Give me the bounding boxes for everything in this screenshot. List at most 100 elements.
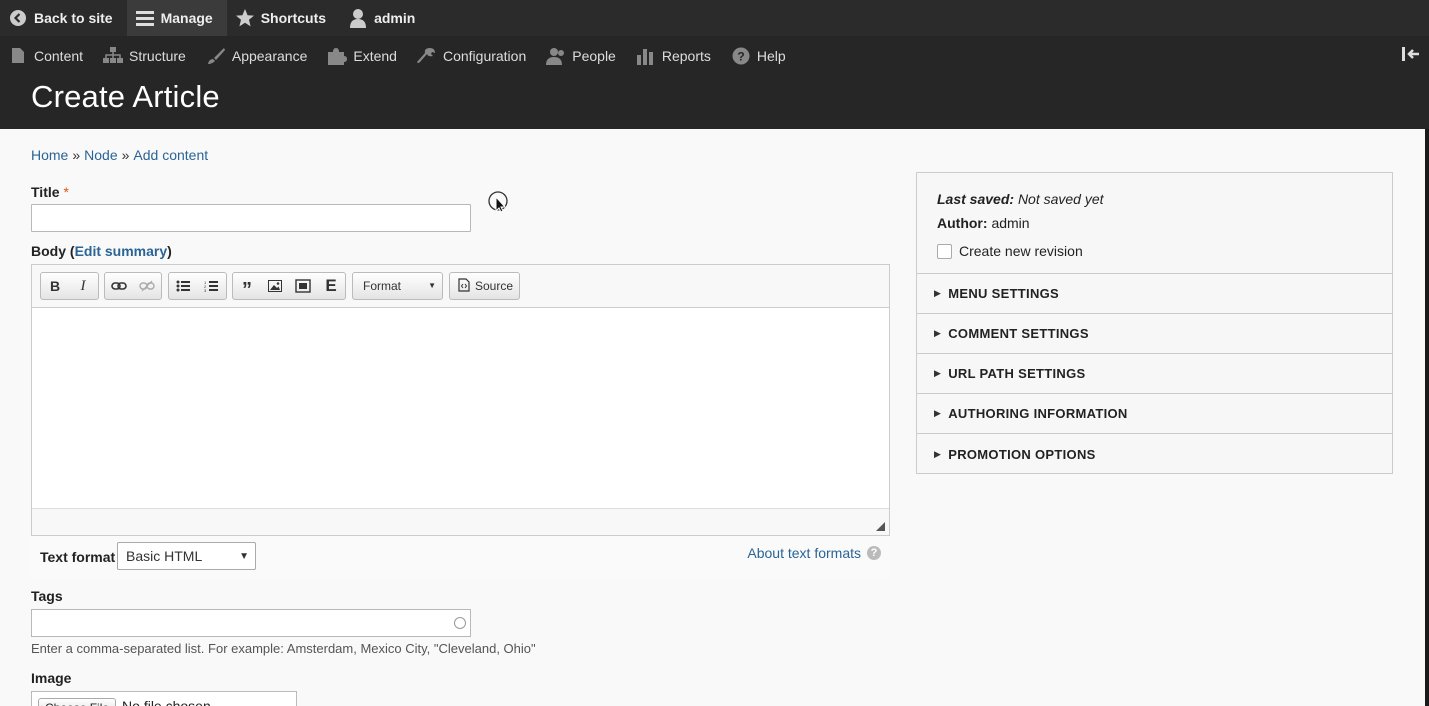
image-icon[interactable] (261, 273, 289, 299)
breadcrumb: Home» Node» Add content (31, 147, 208, 163)
body-field-label: Body (Edit summary) (31, 243, 172, 259)
puzzle-icon (327, 47, 348, 65)
bold-icon[interactable]: B (41, 273, 69, 299)
back-to-site-link[interactable]: Back to site (0, 0, 127, 36)
create-revision-checkbox[interactable] (937, 243, 952, 259)
hamburger-icon (135, 8, 155, 28)
tags-input[interactable] (31, 609, 471, 637)
numbered-list-icon[interactable]: 123 (197, 273, 225, 299)
user-tab[interactable]: admin (340, 0, 429, 36)
tray-item-extend[interactable]: Extend (319, 36, 409, 75)
shortcuts-tab[interactable]: Shortcuts (227, 0, 340, 36)
about-text-formats-link[interactable]: About text formats (747, 545, 861, 561)
format-label: Format (363, 279, 402, 293)
author-row: Author: admin (937, 215, 1372, 239)
italic-icon[interactable]: I (69, 273, 97, 299)
no-file-text: No file chosen (122, 698, 211, 706)
promotion-options-section[interactable]: ▶ PROMOTION OPTIONS (917, 434, 1392, 474)
source-label: Source (475, 279, 514, 293)
manage-label: Manage (160, 10, 213, 26)
people-icon (546, 47, 566, 65)
url-path-settings-section[interactable]: ▶ URL PATH SETTINGS (917, 354, 1392, 394)
revision-row: Create new revision (937, 239, 1372, 263)
tray-item-label: Reports (661, 47, 711, 64)
text-format-select[interactable]: Basic HTML ▼ (117, 542, 256, 570)
tags-label: Tags (31, 588, 63, 604)
link-icon[interactable] (105, 273, 133, 299)
source-button[interactable]: Source (449, 272, 520, 300)
required-mark: * (63, 184, 69, 200)
title-field-label: Title * (31, 184, 69, 200)
breadcrumb-home-link[interactable]: Home (31, 147, 68, 163)
breadcrumb-separator: » (121, 147, 130, 163)
triangle-right-icon: ▶ (934, 368, 942, 378)
tray-item-label: Configuration (442, 47, 527, 64)
entity-meta-header: Last saved: Not saved yet Author: admin … (917, 173, 1392, 274)
triangle-right-icon: ▶ (934, 408, 942, 418)
bar-chart-icon (636, 47, 656, 65)
triangle-right-icon: ▶ (934, 328, 942, 338)
breadcrumb-separator: » (72, 147, 81, 163)
tray-item-label: Extend (353, 47, 397, 64)
page-title: Create Article (31, 79, 220, 114)
resize-grip-icon[interactable] (876, 522, 885, 531)
section-title: COMMENT SETTINGS (948, 326, 1089, 341)
toolbar-group-links (104, 272, 162, 300)
breadcrumb-node-link[interactable]: Node (84, 147, 117, 163)
image-label: Image (31, 670, 72, 686)
editor-content-area[interactable] (32, 308, 889, 508)
section-title: AUTHORING INFORMATION (948, 406, 1128, 421)
paren-open: ( (66, 243, 75, 259)
comment-settings-section[interactable]: ▶ COMMENT SETTINGS (917, 314, 1392, 354)
tray-item-reports[interactable]: Reports (628, 36, 723, 75)
star-icon (235, 8, 255, 28)
tray-item-people[interactable]: People (538, 36, 628, 75)
help-icon[interactable]: ? (867, 546, 881, 560)
format-dropdown[interactable]: Format ▼ (352, 272, 443, 300)
text-format-label: Text format (40, 549, 116, 565)
editor-status-bar (32, 508, 889, 535)
back-to-site-label: Back to site (34, 10, 113, 26)
triangle-right-icon: ▶ (934, 448, 942, 459)
toolbar-group-lists: 123 (168, 272, 227, 300)
tray-item-label: Help (756, 47, 786, 64)
last-saved-value: Not saved yet (1017, 191, 1104, 207)
blockquote-icon[interactable]: ” (233, 273, 261, 301)
mouse-cursor-icon (488, 191, 508, 213)
autocomplete-icon (454, 617, 466, 629)
tray-item-help[interactable]: ? Help (723, 36, 798, 75)
collapse-tray-icon[interactable] (1401, 46, 1421, 65)
entity-embed-icon[interactable]: E (317, 273, 345, 299)
title-label: Title (31, 184, 60, 200)
tray-item-appearance[interactable]: Appearance (198, 36, 320, 75)
tray-item-label: Appearance (231, 47, 308, 64)
media-icon[interactable] (289, 273, 317, 299)
manage-tab[interactable]: Manage (126, 0, 227, 36)
create-revision-label[interactable]: Create new revision (959, 243, 1083, 259)
breadcrumb-add-content-link[interactable]: Add content (133, 147, 208, 163)
choose-file-button[interactable]: Choose File (38, 698, 117, 706)
tray-item-label: People (572, 47, 616, 64)
toolbar-group-basic: B I (40, 272, 99, 300)
section-title: URL PATH SETTINGS (948, 366, 1086, 381)
tags-field-label: Tags (31, 588, 63, 604)
menu-settings-section[interactable]: ▶ MENU SETTINGS (917, 274, 1392, 314)
help-circle-icon: ? (731, 47, 751, 65)
wrench-icon (416, 47, 437, 65)
tray-item-content[interactable]: Content (0, 36, 95, 75)
unlink-icon[interactable] (133, 273, 161, 299)
paren-close: ) (167, 243, 172, 259)
authoring-information-section[interactable]: ▶ AUTHORING INFORMATION (917, 394, 1392, 434)
svg-text:3: 3 (204, 288, 207, 293)
admin-tray: Content Structure Appearance Extend Conf… (0, 36, 1429, 75)
tray-item-structure[interactable]: Structure (95, 36, 198, 75)
author-label: Author: (937, 215, 988, 231)
image-field-label: Image (31, 670, 71, 686)
triangle-right-icon: ▶ (934, 288, 942, 298)
paintbrush-icon (206, 47, 226, 65)
page-header: Create Article (0, 75, 1429, 129)
tray-item-configuration[interactable]: Configuration (409, 36, 538, 75)
bulleted-list-icon[interactable] (169, 273, 197, 299)
edit-summary-link[interactable]: Edit summary (75, 243, 168, 259)
title-input[interactable] (31, 204, 471, 232)
